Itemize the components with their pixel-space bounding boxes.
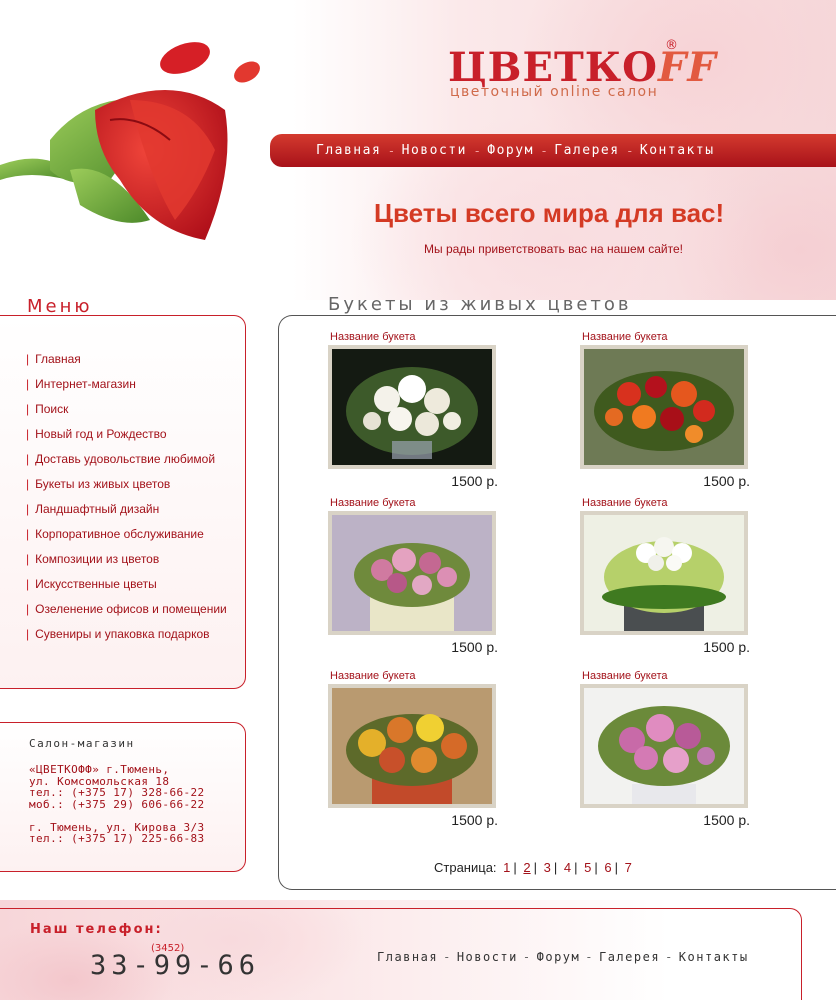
sidebar-item-office-greening[interactable]: Озеленение офисов и помещении [26, 602, 227, 627]
pink-roses-bouquet-icon [584, 688, 744, 804]
product-name[interactable]: Название букета [582, 497, 668, 509]
page-divider: | [574, 860, 578, 875]
phone-number: 33-99-66 [90, 950, 261, 981]
salon-line: моб.: (+375 29) 606-66-22 [29, 797, 205, 811]
footer-navigation: Главная - Новости - Форум - Галерея - Контакты [377, 950, 749, 964]
catalog-title: Букеты из живых цветов [328, 294, 632, 315]
product-card[interactable]: Название букета 1500 р. [328, 670, 498, 835]
nav-separator: - [522, 950, 532, 964]
page-divider: | [614, 860, 619, 875]
page-link-3[interactable]: 3 [544, 860, 551, 875]
product-name[interactable]: Название букета [330, 670, 416, 682]
product-price: 1500 р. [703, 639, 750, 655]
footer-nav-forum[interactable]: Форум [537, 950, 581, 964]
top-nav-contacts[interactable]: Контакты [640, 143, 715, 158]
red-orange-bouquet-icon [584, 349, 744, 465]
page-divider: | [594, 860, 598, 875]
nav-separator: - [627, 143, 632, 158]
nav-separator: - [665, 950, 674, 964]
product-price: 1500 р. [451, 812, 498, 828]
top-nav-forum[interactable]: Форум [487, 143, 534, 158]
product-card[interactable]: Название букета 1500 р. [328, 497, 498, 662]
sidebar-menu: Главная Интернет-магазин Поиск Новый год… [26, 352, 227, 652]
page-link-4[interactable]: 4 [564, 860, 571, 875]
sidebar-item-artificial[interactable]: Искусственные цветы [26, 577, 227, 602]
product-card[interactable]: Название букета 1500 р. [580, 497, 750, 662]
menu-title: Меню [27, 296, 93, 317]
white-roses-bouquet-icon [332, 349, 492, 465]
footer-nav-news[interactable]: Новости [457, 950, 518, 964]
page-divider: | [553, 860, 558, 875]
salon-line: тел.: (+375 17) 225-66-83 [29, 832, 205, 845]
product-name[interactable]: Название букета [330, 497, 416, 509]
hero-title: Цветы всего мира для вас! [374, 198, 725, 228]
sidebar-item-search[interactable]: Поиск [26, 402, 227, 427]
salon-line: тел.: (+375 17) 328-66-22 [29, 786, 205, 799]
product-name[interactable]: Название букета [582, 670, 668, 682]
site-tagline: цветочный online салон [450, 84, 659, 100]
product-image-frame[interactable] [328, 511, 496, 635]
product-image-frame[interactable] [580, 684, 748, 808]
page-link-2[interactable]: 2 [523, 860, 530, 875]
product-price: 1500 р. [703, 473, 750, 489]
sidebar-item-corporate[interactable]: Корпоративное обслуживание [26, 527, 227, 552]
product-image-frame[interactable] [328, 684, 496, 808]
salon-address: «ЦВЕТКОФФ» г.Тюмень, ул. Комсомольская 1… [29, 764, 205, 845]
product-price: 1500 р. [703, 812, 750, 828]
nav-separator: - [389, 143, 394, 158]
product-image-frame[interactable] [580, 345, 748, 469]
registered-mark: ® [665, 38, 678, 53]
green-hydrangea-bouquet-icon [584, 515, 744, 631]
page-link-1[interactable]: 1 [503, 860, 510, 875]
pagination: Страница: 1 | 2 | 3 | 4 | 5 | 6 | 7 [434, 860, 635, 875]
product-card[interactable]: Название букета 1500 р. [328, 331, 498, 496]
nav-separator: - [541, 143, 547, 158]
sidebar-item-for-beloved[interactable]: Доставь удовольствие любимой [26, 452, 227, 477]
footer-nav-contacts[interactable]: Контакты [679, 950, 749, 964]
sidebar-item-compositions[interactable]: Композиции из цветов [26, 552, 227, 577]
sidebar-item-shop[interactable]: Интернет-магазин [26, 377, 227, 402]
salon-line [29, 810, 205, 822]
page-divider: | [513, 860, 517, 875]
salon-line: «ЦВЕТКОФФ» г.Тюмень, [29, 763, 170, 776]
sidebar-item-landscape[interactable]: Ландшафтный дизайн [26, 502, 227, 527]
sidebar-item-new-year[interactable]: Новый год и Рождество [26, 427, 227, 452]
salon-title: Салон-магазин [29, 737, 135, 750]
top-navigation: Главная - Новости - Форум - Галерея - Ко… [270, 134, 836, 167]
top-nav-home[interactable]: Главная [316, 143, 381, 158]
page-link-5[interactable]: 5 [584, 860, 591, 875]
sidebar-item-live-bouquets[interactable]: Букеты из живых цветов [26, 477, 227, 502]
orange-yellow-roses-bouquet-icon [332, 688, 492, 804]
page-divider: | [533, 860, 538, 875]
product-card[interactable]: Название букета 1500 р. [580, 670, 750, 835]
footer-nav-gallery[interactable]: Галерея [599, 950, 660, 964]
top-nav-news[interactable]: Новости [402, 143, 467, 158]
product-name[interactable]: Название букета [582, 331, 668, 343]
nav-separator: - [474, 143, 480, 158]
sidebar-item-home[interactable]: Главная [26, 352, 227, 377]
phone-label: Наш телефон: [30, 922, 163, 937]
hero-subtitle: Мы рады приветствовать вас на нашем сайт… [424, 242, 683, 256]
pink-calla-bouquet-icon [332, 515, 492, 631]
top-nav-gallery[interactable]: Галерея [554, 143, 619, 158]
product-image-frame[interactable] [328, 345, 496, 469]
page-link-6[interactable]: 6 [604, 860, 611, 875]
product-price: 1500 р. [451, 473, 498, 489]
product-image-frame[interactable] [580, 511, 748, 635]
product-card[interactable]: Название букета 1500 р. [580, 331, 750, 496]
footer-nav-home[interactable]: Главная [377, 950, 438, 964]
product-name[interactable]: Название букета [330, 331, 416, 343]
pagination-label: Страница: [434, 860, 497, 875]
nav-separator: - [585, 950, 594, 964]
product-price: 1500 р. [451, 639, 498, 655]
page-link-7[interactable]: 7 [625, 860, 632, 875]
sidebar-item-souvenirs[interactable]: Сувениры и упаковка подарков [26, 627, 227, 652]
nav-separator: - [443, 950, 452, 964]
